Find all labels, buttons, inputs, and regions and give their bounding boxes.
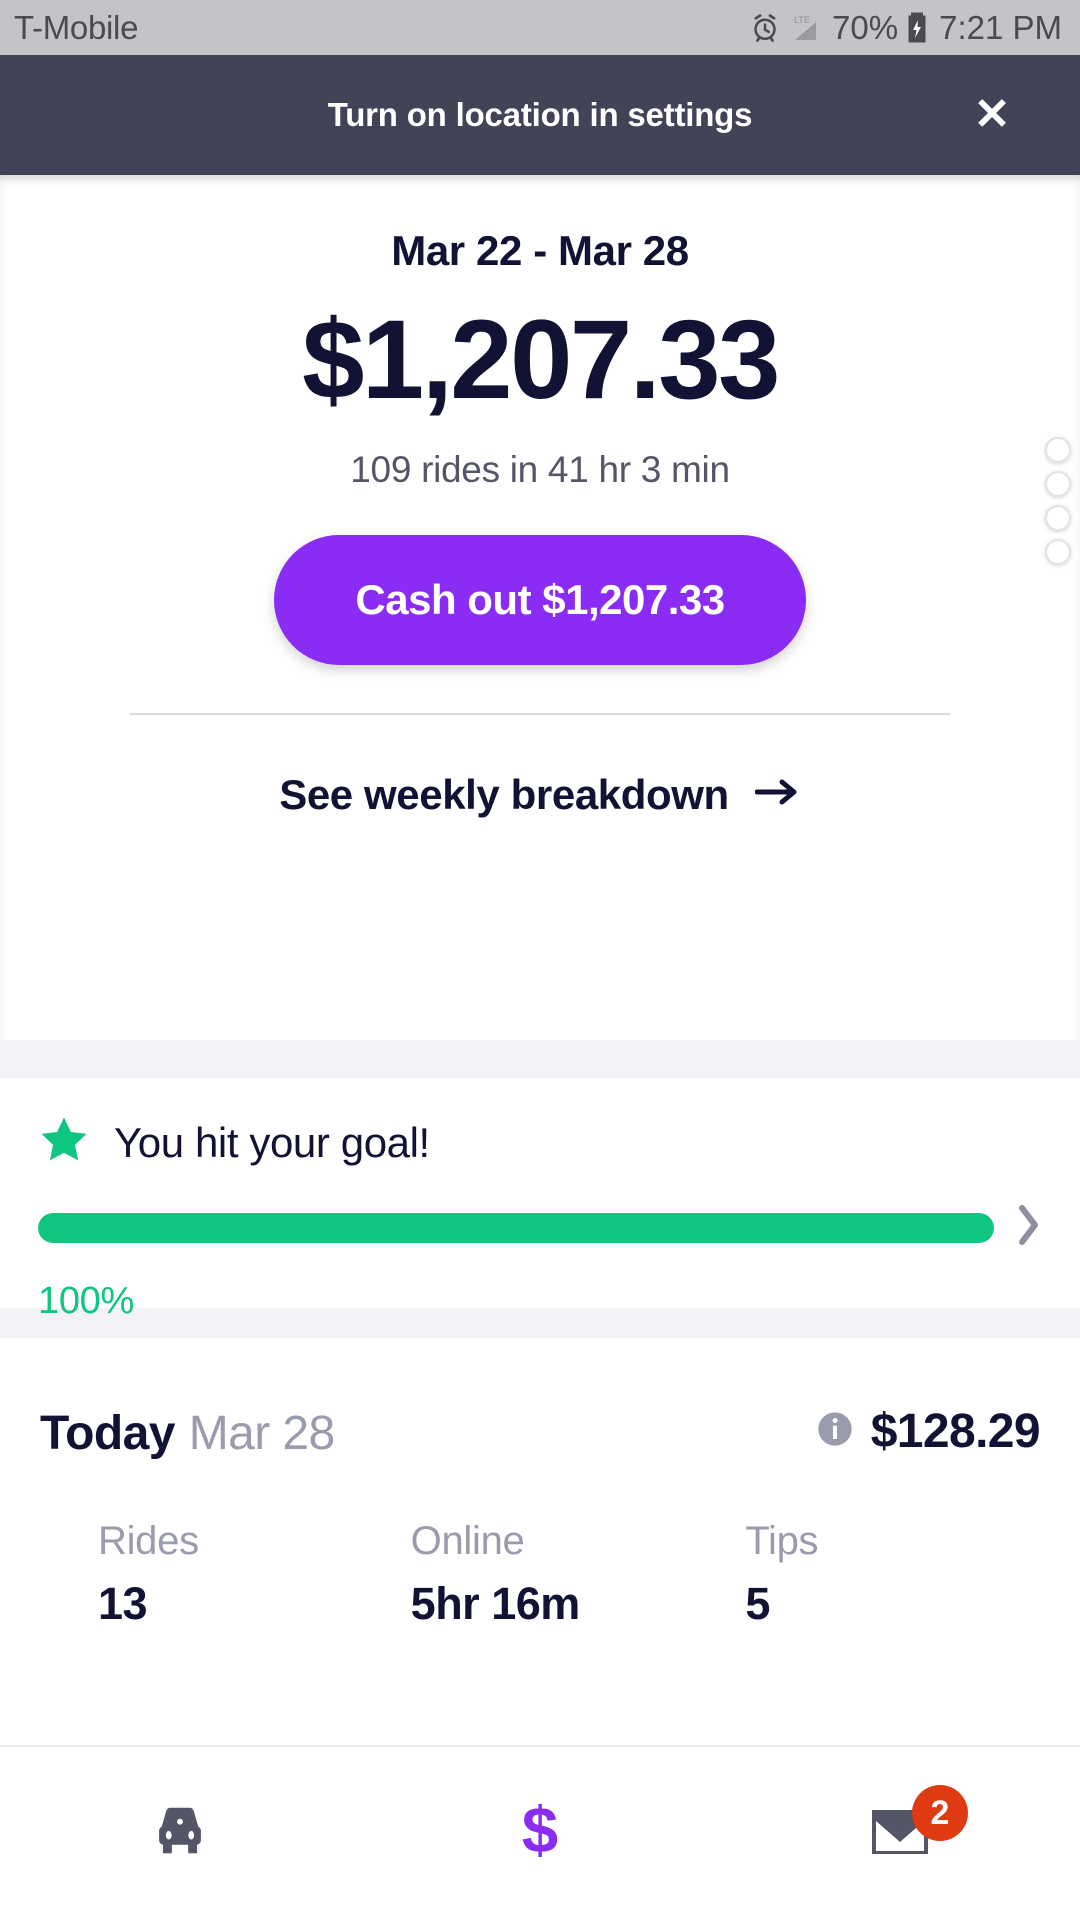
section-gap-top — [0, 1040, 1080, 1078]
today-total-group[interactable]: $128.29 — [815, 1404, 1041, 1459]
inbox-unread-badge: 2 — [912, 1785, 968, 1841]
clock-label: 7:21 PM — [939, 8, 1062, 46]
page-dot-2[interactable] — [1045, 471, 1071, 497]
goal-progress-fill — [38, 1212, 994, 1243]
close-icon[interactable]: ✕ — [964, 87, 1020, 143]
see-weekly-breakdown-label: See weekly breakdown — [279, 770, 729, 818]
goal-header: You hit your goal! — [38, 1078, 1042, 1171]
bottom-nav-item-inbox[interactable]: 2 — [720, 1747, 1080, 1920]
svg-text:$: $ — [522, 1794, 558, 1866]
stat-online-label: Online — [410, 1519, 525, 1563]
stat-rides-label: Rides — [98, 1519, 199, 1563]
info-icon[interactable] — [815, 1409, 855, 1454]
location-banner-text: Turn on location in settings — [327, 96, 753, 133]
page-indicator-dots[interactable] — [1045, 437, 1071, 565]
date-range-label: Mar 22 - Mar 28 — [391, 227, 689, 274]
bottom-nav-item-earnings[interactable]: $ — [360, 1747, 720, 1920]
stat-online: Online 5hr 16m — [393, 1519, 706, 1630]
svg-text:LTE: LTE — [794, 15, 810, 25]
page-dot-1[interactable] — [1045, 437, 1071, 463]
weekly-earnings-amount: $1,207.33 — [302, 297, 780, 422]
today-total-amount: $128.29 — [870, 1405, 1041, 1458]
signal-bars-icon: LTE — [789, 13, 823, 43]
arrow-right-icon — [754, 777, 801, 812]
location-banner[interactable]: Turn on location in settings ✕ — [0, 55, 1080, 175]
cash-out-row: Cash out $1,207.33 — [0, 534, 1080, 665]
battery-charging-icon — [907, 12, 927, 44]
star-icon — [38, 1114, 90, 1171]
goal-card[interactable]: You hit your goal! 100% — [0, 1078, 1080, 1322]
alarm-clock-icon — [750, 13, 780, 43]
today-summary-card: Today Mar 28 $128.29 Rides 13 Online 5hr… — [0, 1338, 1080, 1740]
today-stats-row: Rides 13 Online 5hr 16m Tips 5 — [40, 1519, 1040, 1630]
bottom-nav-item-rides[interactable] — [0, 1747, 360, 1920]
carrier-label: T-Mobile — [14, 8, 139, 46]
goal-progress-track — [38, 1212, 994, 1243]
hero-divider — [130, 712, 950, 715]
status-bar-icons: LTE 70% 7:21 PM — [750, 9, 1062, 47]
car-icon — [143, 1800, 217, 1867]
goal-headline: You hit your goal! — [114, 1118, 430, 1166]
page-dot-3[interactable] — [1045, 505, 1071, 531]
battery-percent-label: 70% — [832, 8, 899, 46]
dollar-sign-icon: $ — [517, 1793, 563, 1873]
today-header: Today Mar 28 $128.29 — [40, 1338, 1041, 1461]
page-dot-4[interactable] — [1045, 539, 1071, 565]
stat-tips-label: Tips — [745, 1519, 819, 1563]
stat-rides: Rides 13 — [40, 1519, 393, 1630]
stat-tips-value: 5 — [745, 1578, 770, 1629]
see-weekly-breakdown-button[interactable]: See weekly breakdown — [0, 771, 1080, 819]
goal-percent-label: 100% — [38, 1280, 134, 1322]
cash-out-button[interactable]: Cash out $1,207.33 — [274, 534, 806, 665]
today-date-label: Mar 28 — [188, 1407, 335, 1460]
status-bar: T-Mobile LTE 70% 7:21 PM — [0, 0, 1080, 55]
stat-rides-value: 13 — [98, 1578, 148, 1629]
today-label: Today — [40, 1407, 175, 1460]
goal-progress-row[interactable] — [38, 1203, 1042, 1252]
stat-online-value: 5hr 16m — [410, 1578, 581, 1629]
stat-tips: Tips 5 — [705, 1519, 1040, 1630]
chevron-right-icon[interactable] — [1016, 1203, 1042, 1252]
bottom-navigation-bar: $ 2 — [0, 1745, 1080, 1920]
rides-summary-label: 109 rides in 41 hr 3 min — [350, 448, 730, 490]
app-root: T-Mobile LTE 70% 7:21 PM Turn on locatio… — [0, 0, 1080, 1920]
earnings-hero: Mar 22 - Mar 28 $1,207.33 109 rides in 4… — [0, 175, 1080, 1040]
